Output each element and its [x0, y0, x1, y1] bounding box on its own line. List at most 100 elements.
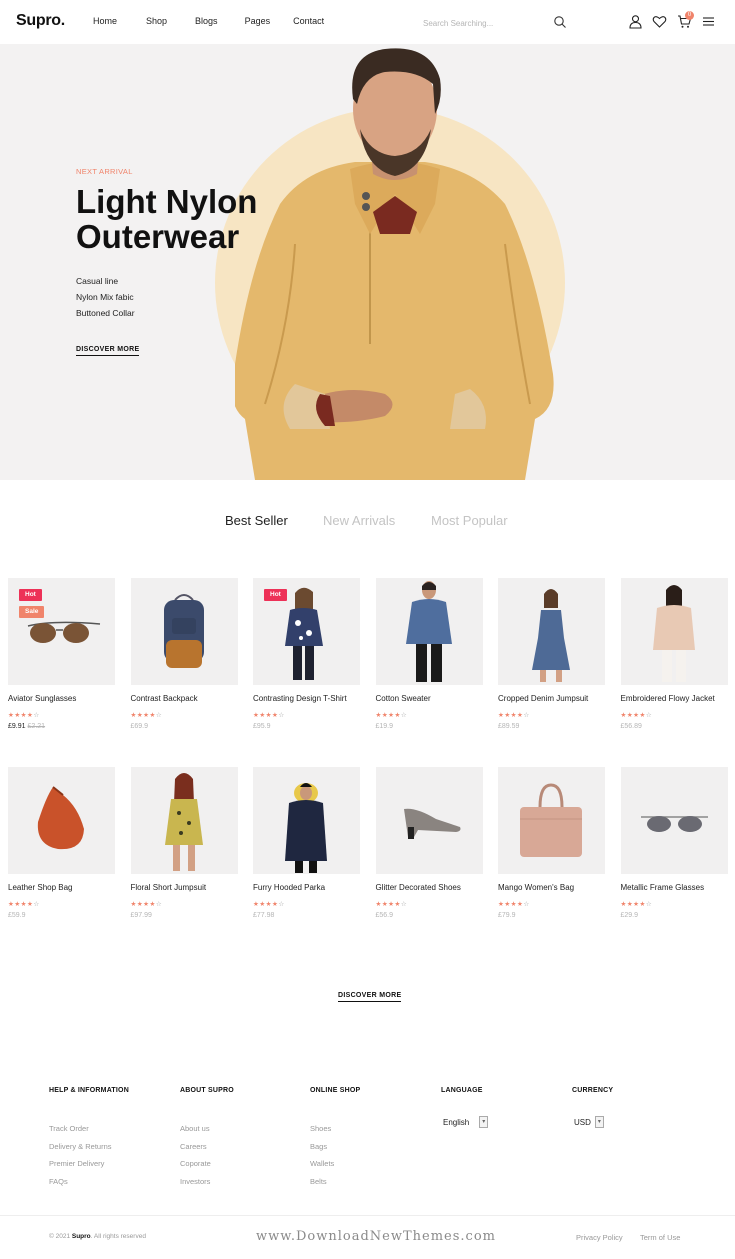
product-price: £56.9	[375, 912, 394, 919]
hero-discover-more-link[interactable]: DISCOVER MORE	[76, 346, 140, 356]
footer-link-careers[interactable]: Careers	[180, 1138, 234, 1156]
star-rating: ★★★★☆	[375, 712, 408, 719]
product-image[interactable]	[498, 578, 605, 685]
product-image[interactable]	[130, 767, 238, 874]
product-price: £95.9	[253, 723, 271, 730]
nav-pages[interactable]: Pages	[245, 16, 271, 26]
product-row: Hot Sale Aviator Sunglasses ★★★★☆ £9.91 £…	[8, 578, 730, 738]
site-logo[interactable]: Supro.	[16, 12, 65, 30]
old-price: £2.21	[27, 723, 46, 730]
footer-link-premier-delivery[interactable]: Premier Delivery	[49, 1155, 129, 1173]
product-tabs: Best Seller New Arrivals Most Popular	[0, 513, 735, 535]
product-image[interactable]	[498, 767, 605, 874]
product-image[interactable]	[620, 767, 728, 874]
copyright: © 2021 Supro. All rights reserved	[49, 1233, 146, 1240]
product-name[interactable]: Furry Hooded Parka	[253, 883, 325, 892]
footer-shop-column: ONLINE SHOP Shoes Bags Wallets Belts	[310, 1087, 360, 1190]
footer-link-track-order[interactable]: Track Order	[49, 1120, 129, 1138]
nav-home[interactable]: Home	[93, 16, 117, 26]
sale-price: £9.91	[8, 723, 26, 730]
footer-currency-column: CURRENCY USD ▾	[572, 1087, 613, 1128]
product-name[interactable]: Contrasting Design T-Shirt	[253, 694, 347, 703]
product-price: £19.9	[375, 723, 394, 730]
star-rating: ★★★★☆	[253, 901, 285, 908]
star-rating: ★★★★☆	[130, 901, 163, 908]
footer-link-corporate[interactable]: Coporate	[180, 1155, 234, 1173]
star-rating: ★★★★☆	[498, 712, 530, 719]
hero-feature: Casual line	[76, 276, 119, 286]
chevron-down-icon: ▾	[594, 1116, 604, 1128]
nav-blogs[interactable]: Blogs	[195, 16, 218, 26]
footer-help-column: HELP & INFORMATION Track Order Delivery …	[49, 1087, 129, 1190]
footer-link-investors[interactable]: Investors	[180, 1173, 234, 1191]
cart-count-badge: 0	[685, 11, 694, 20]
search-input[interactable]	[423, 16, 543, 28]
product-image[interactable]	[253, 767, 360, 874]
product-name[interactable]: Embroidered Flowy Jacket	[621, 694, 715, 703]
product-image[interactable]	[620, 578, 728, 685]
product-name[interactable]: Mango Women's Bag	[498, 883, 574, 892]
star-rating: ★★★★☆	[8, 712, 40, 719]
footer-link-shoes[interactable]: Shoes	[310, 1120, 360, 1138]
star-rating: ★★★★☆	[375, 901, 408, 908]
star-rating: ★★★★☆	[498, 901, 530, 908]
discover-more-link[interactable]: DISCOVER MORE	[338, 992, 402, 1002]
star-rating: ★★★★☆	[620, 712, 653, 719]
nav-contact[interactable]: Contact	[293, 16, 324, 26]
product-name[interactable]: Floral Short Jumpsuit	[131, 883, 207, 892]
tab-new-arrivals[interactable]: New Arrivals	[323, 513, 395, 528]
menu-icon[interactable]	[701, 14, 716, 29]
footer-link-faqs[interactable]: FAQs	[49, 1173, 129, 1191]
model-image	[532, 589, 570, 682]
product-price: £97.99	[130, 912, 152, 919]
model-image	[405, 581, 452, 682]
product-name[interactable]: Contrast Backpack	[131, 694, 198, 703]
terms-of-use-link[interactable]: Term of Use	[640, 1233, 680, 1242]
product-image[interactable]	[375, 578, 483, 685]
tab-most-popular[interactable]: Most Popular	[431, 513, 508, 528]
product-name[interactable]: Cotton Sweater	[376, 694, 431, 703]
user-icon[interactable]	[628, 14, 643, 29]
hero-title: Light Nylon Outerwear	[76, 184, 316, 254]
bag-image	[37, 786, 84, 850]
footer-link-about-us[interactable]: About us	[180, 1120, 234, 1138]
footer-link-bags[interactable]: Bags	[310, 1138, 360, 1156]
footer-link-belts[interactable]: Belts	[310, 1173, 360, 1191]
footer-link-wallets[interactable]: Wallets	[310, 1155, 360, 1173]
product-name[interactable]: Cropped Denim Jumpsuit	[498, 694, 588, 703]
nav-shop[interactable]: Shop	[146, 16, 167, 26]
footer-heading: LANGUAGE	[441, 1087, 483, 1094]
copyright-brand[interactable]: Supro	[72, 1233, 91, 1240]
main-nav: Home Shop Blogs Pages Contact	[93, 16, 324, 26]
hot-badge: Hot	[264, 589, 287, 601]
tab-best-seller[interactable]: Best Seller	[225, 513, 288, 528]
hero-model-image	[235, 48, 554, 480]
footer-heading: ONLINE SHOP	[310, 1087, 361, 1094]
product-name[interactable]: Metallic Frame Glasses	[621, 883, 705, 892]
product-name[interactable]: Leather Shop Bag	[8, 883, 73, 892]
search-icon[interactable]	[553, 15, 567, 29]
footer-about-column: ABOUT SUPRO About us Careers Coporate In…	[180, 1087, 234, 1190]
currency-select[interactable]: USD ▾	[574, 1116, 613, 1128]
footer-language-column: LANGUAGE English ▾	[441, 1087, 489, 1128]
footer-heading: CURRENCY	[572, 1087, 614, 1094]
sale-badge: Sale	[19, 606, 45, 618]
privacy-policy-link[interactable]: Privacy Policy	[576, 1233, 623, 1242]
heart-icon[interactable]	[652, 14, 667, 29]
footer-links: Track Order Delivery & Returns Premier D…	[49, 1120, 129, 1190]
backpack-image	[163, 594, 204, 668]
shoe-image	[403, 808, 460, 839]
product-image[interactable]	[130, 578, 238, 685]
product-image[interactable]	[8, 767, 115, 874]
product-price: £89.59	[498, 723, 520, 730]
hero-feature: Nylon Mix fabic	[76, 292, 134, 302]
language-select[interactable]: English ▾	[443, 1116, 489, 1128]
search-bar	[423, 13, 568, 31]
product-name[interactable]: Glitter Decorated Shoes	[376, 883, 461, 892]
product-image[interactable]	[375, 767, 483, 874]
product-name[interactable]: Aviator Sunglasses	[8, 694, 76, 703]
footer-link-delivery-returns[interactable]: Delivery & Returns	[49, 1138, 129, 1156]
star-rating: ★★★★☆	[130, 712, 163, 719]
product-price: £29.9	[620, 912, 639, 919]
product-row: Leather Shop Bag ★★★★☆ £59.9 Floral Shor…	[8, 767, 730, 927]
